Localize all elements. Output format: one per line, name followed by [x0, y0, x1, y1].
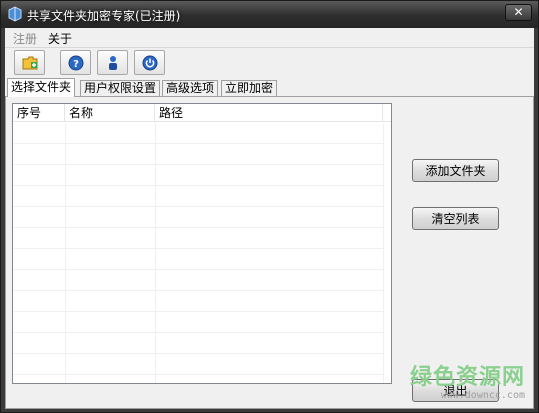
tab-user-permissions[interactable]: 用户权限设置 — [80, 80, 161, 97]
table-row — [13, 186, 383, 207]
app-window: 共享文件夹加密专家(已注册) ✕ 注册 关于 ? 选择文件夹 用户权限设置 高级… — [0, 0, 539, 413]
window-title: 共享文件夹加密专家(已注册) — [27, 9, 181, 23]
column-header-name[interactable]: 名称 — [65, 104, 155, 122]
column-header-path[interactable]: 路径 — [155, 104, 383, 122]
table-row — [13, 165, 383, 186]
folder-list[interactable]: 序号 名称 路径 — [12, 103, 392, 384]
column-header-index[interactable]: 序号 — [13, 104, 65, 122]
add-folder-toolbar-button[interactable] — [14, 50, 45, 75]
table-row — [13, 312, 383, 333]
help-icon: ? — [68, 55, 84, 71]
user-icon — [109, 56, 117, 70]
title-bar[interactable]: 共享文件夹加密专家(已注册) ✕ — [1, 1, 538, 28]
watermark: 绿色资源网 www.downcc.com — [410, 366, 525, 402]
exit-toolbar-button[interactable] — [134, 50, 165, 75]
tab-panel-select-folder: 序号 名称 路径 添加文件夹 清空列表 退出 绿色资源网 www.downcc.… — [5, 96, 534, 409]
close-button[interactable]: ✕ — [505, 4, 532, 21]
tab-encrypt-now[interactable]: 立即加密 — [221, 80, 278, 97]
tab-select-folder[interactable]: 选择文件夹 — [7, 78, 76, 97]
menu-about[interactable]: 关于 — [48, 30, 72, 47]
watermark-url: www.downcc.com — [440, 390, 525, 401]
tab-strip: 选择文件夹 用户权限设置 高级选项 立即加密 — [5, 78, 534, 97]
table-row — [13, 123, 383, 144]
table-row — [13, 291, 383, 312]
add-folder-icon — [22, 56, 38, 70]
user-toolbar-button[interactable] — [97, 50, 128, 75]
menu-register[interactable]: 注册 — [13, 30, 37, 47]
help-toolbar-button[interactable]: ? — [60, 50, 91, 75]
column-divider — [155, 123, 156, 383]
column-divider — [65, 123, 66, 383]
table-row — [13, 354, 383, 375]
table-row — [13, 207, 383, 228]
column-divider — [383, 123, 384, 383]
client-area: 注册 关于 ? 选择文件夹 用户权限设置 高级选项 立即加密 序号 名称 路径 … — [5, 28, 534, 409]
table-row — [13, 270, 383, 291]
add-folder-button[interactable]: 添加文件夹 — [412, 159, 499, 182]
table-row — [13, 228, 383, 249]
app-logo-icon — [8, 6, 22, 22]
menu-bar: 注册 关于 — [5, 28, 534, 46]
table-row — [13, 333, 383, 354]
list-body[interactable] — [13, 123, 391, 383]
toolbar: ? — [5, 47, 534, 76]
table-row — [13, 249, 383, 270]
watermark-text: 绿色资源网 — [409, 365, 525, 390]
power-icon — [142, 55, 158, 71]
list-header: 序号 名称 路径 — [13, 104, 391, 122]
table-row — [13, 144, 383, 165]
clear-list-button[interactable]: 清空列表 — [412, 207, 499, 230]
tab-advanced-options[interactable]: 高级选项 — [162, 80, 219, 97]
svg-text:?: ? — [73, 59, 79, 70]
